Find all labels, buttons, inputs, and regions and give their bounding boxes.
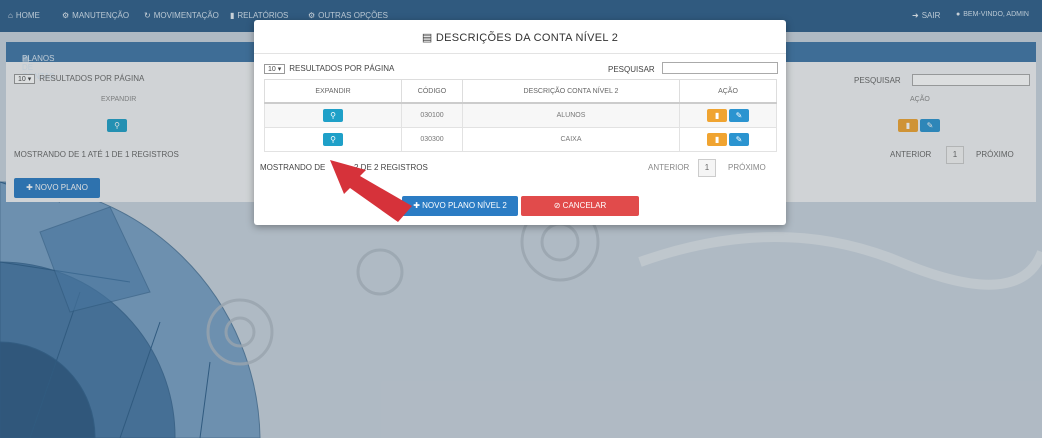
annotation-arrow xyxy=(330,160,412,222)
